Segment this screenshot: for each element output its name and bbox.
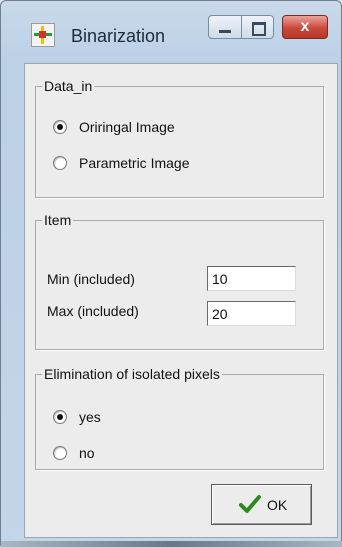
ok-label: OK [267,497,288,513]
checkmark-icon [239,495,261,513]
dialog-client-area: Data_in Oriringal Image Parametric Image… [24,63,338,538]
maximize-icon [252,22,266,36]
ok-button[interactable]: OK [211,484,312,525]
radio-button[interactable] [53,446,67,460]
title-bar[interactable]: Binarization x [1,1,341,53]
binarization-window: Binarization x Data_in Oriringal Image P… [0,0,342,547]
min-input[interactable] [207,266,296,291]
close-icon: x [300,18,310,35]
window-title: Binarization [71,26,166,46]
max-label: Max (included) [47,303,139,319]
min-label: Min (included) [47,271,135,287]
data-in-group: Data_in Oriringal Image Parametric Image [35,78,324,198]
radio-label: no [79,445,95,461]
item-legend: Item [42,212,74,228]
data-in-legend: Data_in [42,78,95,94]
app-icon [31,23,55,47]
item-group: Item Min (included) Max (included) [35,212,324,350]
radio-button-checked[interactable] [53,410,67,424]
radio-button-checked[interactable] [53,120,67,134]
radio-button[interactable] [53,156,67,170]
close-button[interactable]: x [282,15,328,39]
minimize-icon [219,30,231,33]
elimination-group: Elimination of isolated pixels yes no [35,366,324,470]
radio-label: yes [79,409,101,425]
minimize-button[interactable] [208,15,242,39]
max-input[interactable] [207,301,296,326]
elimination-legend: Elimination of isolated pixels [42,366,222,382]
radio-label: Oriringal Image [79,119,175,135]
window-bottom-edge [1,541,342,547]
radio-label: Parametric Image [79,155,190,171]
maximize-button[interactable] [241,15,274,39]
